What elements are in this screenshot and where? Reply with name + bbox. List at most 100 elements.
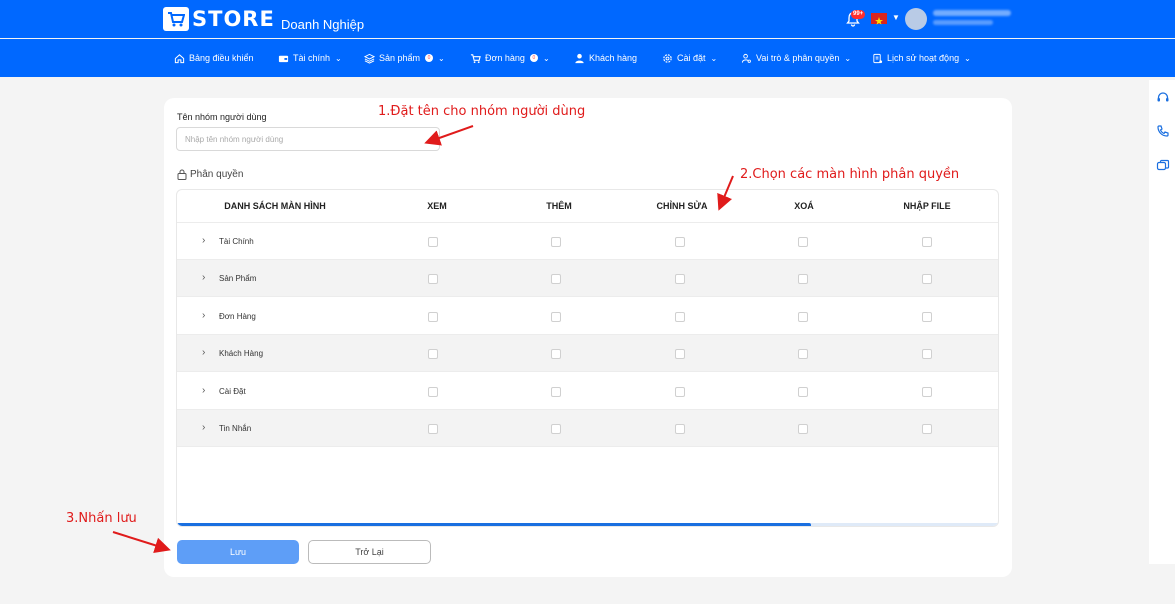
user-role-blurred bbox=[933, 20, 993, 25]
chevron-down-icon: ⌄ bbox=[438, 53, 445, 63]
horizontal-scrollbar[interactable] bbox=[177, 523, 998, 526]
right-quick-actions bbox=[1149, 80, 1175, 564]
table-row: › Tin Nhắn bbox=[177, 410, 998, 447]
wallet-icon bbox=[278, 55, 289, 62]
screen-name: Sản Phẩm bbox=[219, 274, 257, 284]
table-row: › Sản Phẩm bbox=[177, 260, 998, 298]
chevron-right-icon[interactable]: › bbox=[202, 347, 205, 358]
save-button[interactable]: Lưu bbox=[177, 540, 299, 564]
user-name-blurred bbox=[933, 10, 1011, 16]
nav-label: Khách hàng bbox=[589, 53, 638, 63]
checkbox-import-file[interactable] bbox=[922, 424, 932, 434]
checkbox-delete[interactable] bbox=[798, 274, 808, 285]
layers-icon bbox=[364, 53, 375, 64]
nav-item-dashboard[interactable]: Bảng điều khiển bbox=[174, 39, 254, 77]
nav-label: Lịch sử hoạt động bbox=[887, 53, 960, 63]
table-row: › Khách Hàng bbox=[177, 335, 998, 373]
checkbox-delete[interactable] bbox=[798, 349, 808, 360]
screen-name: Khách Hàng bbox=[219, 349, 264, 359]
checkbox-view[interactable] bbox=[428, 386, 438, 397]
permission-section-title: Phân quyền bbox=[177, 169, 243, 180]
column-header-delete: XOÁ bbox=[794, 201, 814, 211]
nav-item-customers[interactable]: Khách hàng bbox=[574, 39, 637, 77]
chevron-right-icon[interactable]: › bbox=[202, 422, 205, 433]
avatar[interactable] bbox=[905, 8, 927, 30]
orders-badge: 0 bbox=[529, 54, 538, 62]
chat-icon[interactable] bbox=[1156, 159, 1170, 173]
checkbox-view[interactable] bbox=[428, 237, 438, 247]
checkbox-delete[interactable] bbox=[798, 311, 808, 322]
nav-item-settings[interactable]: Cài đặt ⌄ bbox=[662, 39, 717, 77]
checkbox-add[interactable] bbox=[551, 386, 561, 397]
nav-item-finance[interactable]: Tài chính ⌄ bbox=[278, 39, 342, 77]
checkbox-edit[interactable] bbox=[675, 274, 685, 285]
annotation-step-3: 3.Nhấn lưu bbox=[66, 511, 137, 526]
checkbox-import-file[interactable] bbox=[922, 274, 932, 285]
chevron-down-icon: ⌄ bbox=[335, 53, 342, 63]
checkbox-edit[interactable] bbox=[675, 349, 685, 360]
checkbox-add[interactable] bbox=[551, 349, 561, 360]
checkbox-add[interactable] bbox=[551, 274, 561, 285]
headset-icon[interactable] bbox=[1156, 91, 1170, 105]
nav-label: Vai trò & phân quyền bbox=[756, 53, 840, 63]
checkbox-add[interactable] bbox=[551, 311, 561, 322]
nav-label: Đơn hàng bbox=[485, 53, 525, 63]
checkbox-view[interactable] bbox=[428, 424, 438, 434]
lock-icon bbox=[177, 169, 187, 180]
back-button[interactable]: Trở Lại bbox=[308, 540, 431, 564]
store-logo-icon bbox=[163, 7, 189, 31]
checkbox-import-file[interactable] bbox=[922, 237, 932, 247]
checkbox-view[interactable] bbox=[428, 274, 438, 285]
screen-name: Đơn Hàng bbox=[219, 311, 256, 321]
language-chevron-down-icon[interactable]: ▼ bbox=[892, 13, 900, 22]
chevron-right-icon[interactable]: › bbox=[202, 310, 205, 321]
chevron-down-icon: ⌄ bbox=[964, 53, 971, 63]
annotation-step-2: 2.Chọn các màn hình phân quyền bbox=[740, 167, 960, 182]
main-nav: Bảng điều khiển Tài chính ⌄ Sản phẩm 0 ⌄… bbox=[0, 39, 1175, 77]
cart-icon bbox=[470, 53, 481, 63]
checkbox-delete[interactable] bbox=[798, 386, 808, 397]
column-header-screens: DANH SÁCH MÀN HÌNH bbox=[224, 201, 326, 211]
chevron-right-icon[interactable]: › bbox=[202, 272, 205, 283]
nav-item-activity-history[interactable]: Lịch sử hoạt động ⌄ bbox=[872, 39, 971, 77]
table-row: › Tài Chính bbox=[177, 223, 998, 260]
notification-badge: 99+ bbox=[851, 10, 866, 19]
user-icon bbox=[575, 53, 584, 63]
checkbox-add[interactable] bbox=[551, 237, 561, 247]
nav-label: Cài đặt bbox=[677, 53, 706, 63]
permission-label: Phân quyền bbox=[190, 169, 244, 180]
checkbox-edit[interactable] bbox=[675, 386, 685, 397]
column-header-import-file: NHẬP FILE bbox=[903, 201, 951, 211]
group-name-input[interactable] bbox=[176, 127, 440, 151]
checkbox-edit[interactable] bbox=[675, 237, 685, 247]
nav-item-orders[interactable]: Đơn hàng 0 ⌄ bbox=[470, 39, 550, 77]
checkbox-import-file[interactable] bbox=[922, 386, 932, 397]
vietnam-flag-icon[interactable] bbox=[871, 13, 887, 25]
checkbox-import-file[interactable] bbox=[922, 349, 932, 360]
nav-item-roles[interactable]: Vai trò & phân quyền ⌄ bbox=[741, 39, 851, 77]
checkbox-view[interactable] bbox=[428, 311, 438, 322]
checkbox-edit[interactable] bbox=[675, 311, 685, 322]
nav-item-products[interactable]: Sản phẩm 0 ⌄ bbox=[364, 39, 445, 77]
scrollbar-thumb[interactable] bbox=[177, 523, 811, 526]
chevron-down-icon: ⌄ bbox=[710, 53, 718, 63]
checkbox-delete[interactable] bbox=[798, 237, 808, 247]
brand-logo[interactable]: STORE bbox=[163, 7, 275, 31]
column-header-add: THÊM bbox=[546, 201, 572, 211]
brand-subtitle: Doanh Nghiệp bbox=[281, 17, 365, 32]
phone-call-icon[interactable] bbox=[1156, 124, 1170, 138]
checkbox-delete[interactable] bbox=[798, 424, 808, 434]
nav-label: Sản phẩm bbox=[379, 53, 421, 63]
chevron-right-icon[interactable]: › bbox=[202, 235, 205, 246]
checkbox-add[interactable] bbox=[551, 424, 561, 434]
checkbox-view[interactable] bbox=[428, 349, 438, 360]
nav-label: Tài chính bbox=[293, 53, 331, 63]
products-badge: 0 bbox=[425, 54, 434, 62]
gear-icon bbox=[663, 53, 672, 63]
brand-name: STORE bbox=[192, 7, 275, 31]
checkbox-import-file[interactable] bbox=[922, 311, 932, 322]
checkbox-edit[interactable] bbox=[675, 424, 685, 434]
nav-label: Bảng điều khiển bbox=[189, 53, 254, 63]
screen-name: Tài Chính bbox=[219, 237, 254, 246]
chevron-right-icon[interactable]: › bbox=[202, 385, 205, 396]
